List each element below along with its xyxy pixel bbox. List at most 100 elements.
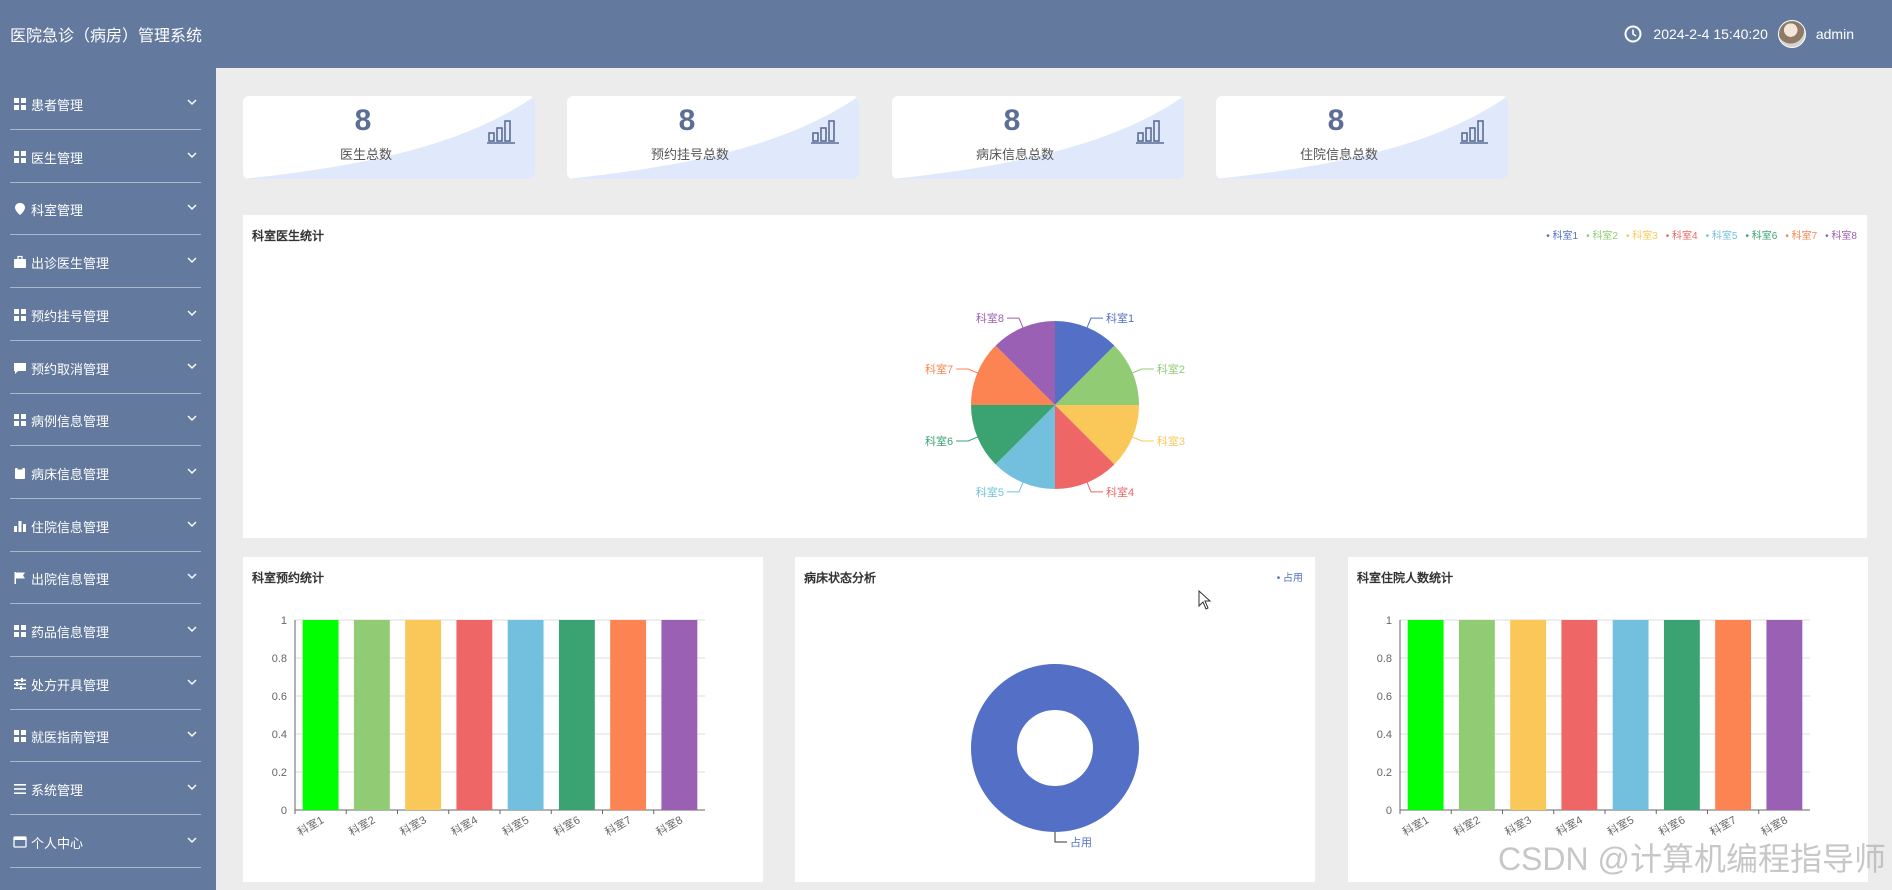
sidebar-item[interactable]: 处方开具管理: [0, 657, 216, 710]
bed-status-donut-panel: 病床状态分析 • 占用 占用: [795, 557, 1315, 882]
sidebar-item[interactable]: 系统管理: [0, 762, 216, 816]
flag-icon: [14, 572, 25, 585]
dept-doctor-pie-chart: 科室1 科室2 科室3 科室4 科室5 科室6 科室7 科室8: [925, 311, 1185, 499]
bar[interactable]: [1407, 620, 1444, 810]
sidebar-item-label: 病例信息管理: [31, 414, 110, 430]
grid-icon: [14, 730, 26, 743]
bar[interactable]: [661, 620, 698, 810]
user-avatar[interactable]: [1777, 20, 1806, 48]
sidebar-item[interactable]: 就医指南管理: [0, 709, 216, 763]
sidebar-item-label: 科室管理: [31, 203, 84, 219]
slice-label: 科室2: [1157, 362, 1185, 376]
sidebar-item-label: 预约挂号管理: [31, 308, 110, 324]
stat-label: 医生总数: [339, 147, 392, 162]
watermark: CSDN @计算机编程指导师: [1497, 841, 1886, 877]
bar[interactable]: [405, 620, 442, 810]
username[interactable]: admin: [1816, 26, 1854, 42]
stat-card-beds[interactable]: 8 病床信息总数: [892, 96, 1184, 179]
y-tick-label: 1: [281, 615, 287, 627]
y-tick-label: 0.8: [272, 653, 287, 665]
briefcase-icon: [14, 255, 26, 269]
sidebar-item[interactable]: 药品信息管理: [0, 604, 216, 657]
y-tick-label: 0: [1386, 805, 1392, 817]
chevron-down-icon[interactable]: [186, 97, 198, 107]
sidebar-item-label: 出院信息管理: [31, 572, 110, 588]
sidebar-item-label: 病床信息管理: [31, 466, 110, 482]
bar[interactable]: [1612, 620, 1649, 810]
bar[interactable]: [1663, 620, 1700, 810]
stat-card-inpatients[interactable]: 8 住院信息总数: [1216, 96, 1508, 179]
label-leader-line: [1007, 482, 1024, 493]
x-tick-label: 科室2: [1451, 812, 1482, 838]
bed-status-donut-chart: 占用: [970, 664, 1139, 849]
sidebar-item[interactable]: 科室管理: [0, 182, 216, 236]
chevron-down-icon[interactable]: [186, 782, 198, 792]
x-tick-label: 科室5: [500, 812, 531, 838]
chevron-down-icon[interactable]: [186, 255, 198, 265]
bar[interactable]: [302, 620, 339, 810]
stat-label: 预约挂号总数: [650, 147, 729, 162]
sidebar-item-label: 处方开具管理: [31, 677, 110, 693]
chevron-down-icon[interactable]: [186, 729, 198, 739]
chevron-down-icon[interactable]: [186, 413, 198, 423]
bar-chart-icon: [487, 120, 515, 144]
sidebar-item[interactable]: 住院信息管理: [0, 499, 216, 552]
sidebar-item[interactable]: 个人中心: [0, 815, 216, 868]
top-bar: 医院急诊（病房）管理系统 2024-2-4 15:40:20 admin: [0, 0, 1892, 68]
bar[interactable]: [507, 620, 544, 810]
label-leader-line: [956, 368, 978, 374]
stat-card-doctors[interactable]: 8 医生总数: [243, 96, 535, 179]
dept-appointment-bar-panel: 科室预约统计 0 0.2 0.4 0.6 0.8 1 科室1 科室2 科室3 科室4 科室5 科室6 科…: [243, 557, 763, 882]
chevron-down-icon[interactable]: [186, 519, 198, 529]
bar[interactable]: [1561, 620, 1598, 810]
sidebar-item[interactable]: 患者管理: [0, 77, 216, 130]
x-tick-label: 科室8: [654, 812, 685, 838]
pie-slice[interactable]: [970, 664, 1139, 832]
chevron-down-icon[interactable]: [186, 466, 198, 476]
sidebar-item[interactable]: 医生管理: [0, 130, 216, 183]
location-pin-icon: [15, 203, 25, 216]
sidebar-item[interactable]: 预约挂号管理: [0, 288, 216, 341]
x-tick-label: 科室1: [295, 812, 326, 838]
bar[interactable]: [353, 620, 390, 810]
y-tick-label: 0.4: [1377, 729, 1392, 741]
sidebar-item[interactable]: 出院信息管理: [0, 551, 216, 605]
grid-icon: [14, 414, 26, 427]
slice-label: 占用: [1070, 835, 1092, 849]
dept-appointment-bar-chart: 0 0.2 0.4 0.6 0.8 1 科室1 科室2 科室3 科室4 科室5 科室6 科室7 科室8: [272, 615, 705, 839]
bar[interactable]: [1510, 620, 1547, 810]
stat-card-appointments[interactable]: 8 预约挂号总数: [567, 96, 859, 179]
bar[interactable]: [610, 620, 647, 810]
chevron-down-icon[interactable]: [186, 624, 198, 634]
y-tick-label: 0.2: [272, 767, 287, 779]
sidebar-item[interactable]: 出诊医生管理: [0, 235, 216, 289]
chevron-down-icon[interactable]: [186, 677, 198, 687]
label-leader-line: [1132, 368, 1154, 374]
sidebar-item-label: 药品信息管理: [31, 625, 110, 640]
bar-chart-icon: [811, 120, 839, 144]
sidebar-item-label: 医生管理: [31, 150, 84, 166]
bar[interactable]: [1715, 620, 1752, 810]
chevron-down-icon[interactable]: [186, 202, 198, 212]
x-tick-label: 科室2: [346, 812, 377, 838]
window-icon: [13, 836, 27, 848]
y-tick-label: 0.6: [1377, 691, 1392, 703]
chevron-down-icon[interactable]: [186, 308, 198, 318]
sidebar-item[interactable]: 预约取消管理: [0, 341, 216, 394]
bar[interactable]: [456, 620, 493, 810]
bar[interactable]: [1766, 620, 1803, 810]
bar[interactable]: [558, 620, 595, 810]
sidebar-item[interactable]: 病例信息管理: [0, 393, 216, 447]
user-area: 2024-2-4 15:40:20 admin: [1623, 18, 1854, 50]
y-tick-label: 0.8: [1377, 653, 1392, 665]
sidebar-item-label: 出诊医生管理: [31, 256, 110, 272]
bar-chart-icon: [1136, 120, 1164, 144]
chevron-down-icon[interactable]: [186, 835, 198, 845]
chevron-down-icon[interactable]: [186, 361, 198, 371]
chat-icon: [14, 362, 26, 374]
chevron-down-icon[interactable]: [186, 571, 198, 581]
chevron-down-icon[interactable]: [186, 150, 198, 160]
sidebar-item[interactable]: 病床信息管理: [0, 446, 216, 499]
slice-label: 科室6: [925, 434, 953, 448]
bar[interactable]: [1458, 620, 1495, 810]
